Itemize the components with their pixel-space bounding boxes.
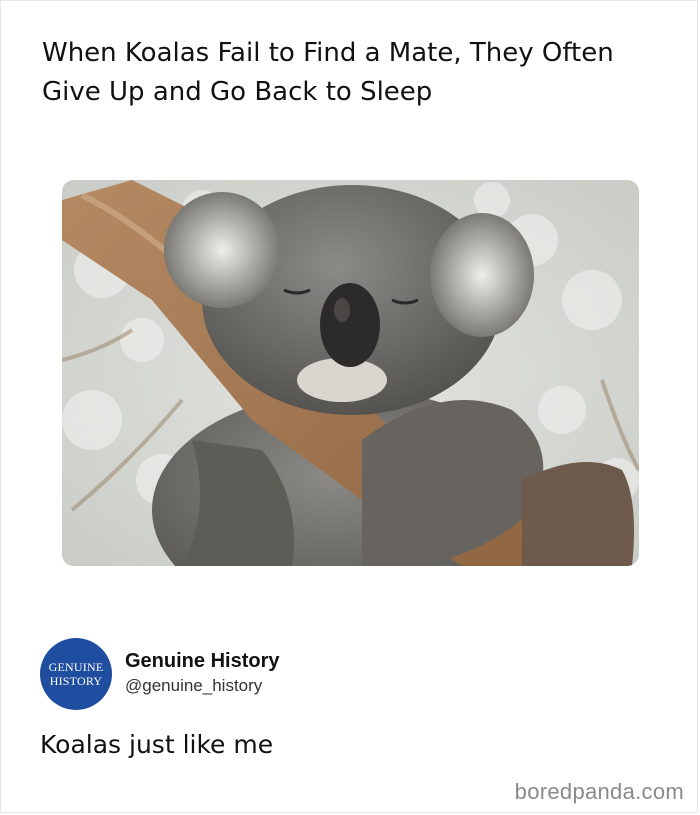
headline-line-1: When Koalas Fail to Find a Mate, They Of… <box>42 38 614 68</box>
watermark: boredpanda.com <box>514 779 684 804</box>
profile-row: GENUINE HISTORY Genuine History @genuine… <box>40 638 460 710</box>
display-name[interactable]: Genuine History <box>125 649 279 673</box>
avatar[interactable]: GENUINE HISTORY <box>40 638 112 710</box>
user-handle[interactable]: @genuine_history <box>125 675 262 697</box>
koala-photo <box>62 180 639 566</box>
avatar-logo-line-1: GENUINE <box>48 660 104 674</box>
headline: When Koalas Fail to Find a Mate, They Of… <box>42 34 662 112</box>
avatar-logo-line-2: HISTORY <box>49 674 103 688</box>
headline-line-2: Give Up and Go Back to Sleep <box>42 77 433 107</box>
post-text: Koalas just like me <box>40 730 274 759</box>
